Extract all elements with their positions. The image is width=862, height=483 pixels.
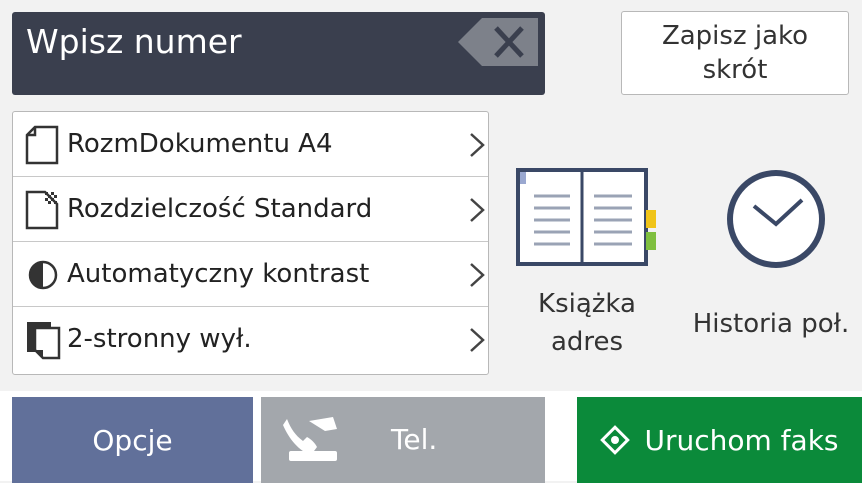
save-shortcut-label-line2: skrót (702, 55, 768, 85)
options-button[interactable]: Opcje (12, 397, 253, 483)
setting-label-contrast: Automatyczny kontrast (67, 259, 370, 289)
start-fax-button[interactable]: Uruchom faks (577, 397, 862, 483)
setting-label-two-sided: 2-stronny wył. (67, 324, 252, 354)
chevron-right-icon (470, 328, 485, 352)
address-book-label-line1: Książka (538, 289, 636, 319)
address-book-icon (516, 168, 656, 266)
options-button-label: Opcje (92, 423, 173, 457)
number-entry-placeholder: Wpisz numer (26, 22, 242, 61)
address-book-label-line2: adres (550, 327, 624, 357)
save-shortcut-label-line1: Zapisz jako (661, 21, 809, 51)
tel-button[interactable]: Tel. (261, 397, 545, 483)
start-fax-button-label: Uruchom faks (644, 423, 839, 457)
chevron-right-icon (470, 198, 485, 222)
telephone-icon (283, 417, 337, 461)
start-diamond-icon (600, 425, 631, 455)
fax-settings-list: RozmDokumentu A4 Rozdzielczość Standard … (12, 111, 489, 375)
address-book-label: Książka adres (522, 285, 652, 361)
call-history-button[interactable] (722, 168, 830, 270)
setting-row-document-size[interactable]: RozmDokumentu A4 (13, 112, 488, 177)
clock-icon (727, 170, 825, 268)
chevron-right-icon (470, 133, 485, 157)
contrast-icon (28, 260, 58, 290)
address-book-button[interactable] (516, 168, 662, 266)
setting-label-document-size: RozmDokumentu A4 (67, 129, 333, 159)
resolution-icon (25, 190, 59, 230)
backspace-button[interactable] (458, 18, 538, 66)
setting-label-resolution: Rozdzielczość Standard (67, 194, 373, 224)
setting-row-resolution[interactable]: Rozdzielczość Standard (13, 177, 488, 242)
setting-row-two-sided[interactable]: 2-stronny wył. (13, 307, 488, 372)
backspace-icon (458, 18, 538, 66)
document-size-icon (25, 125, 59, 165)
two-sided-icon (27, 322, 61, 360)
call-history-label: Historia poł. (692, 309, 850, 339)
chevron-right-icon (470, 263, 485, 287)
tel-button-label: Tel. (391, 423, 438, 456)
save-as-shortcut-button[interactable]: Zapisz jako skrót (621, 11, 849, 95)
setting-row-contrast[interactable]: Automatyczny kontrast (13, 242, 488, 307)
